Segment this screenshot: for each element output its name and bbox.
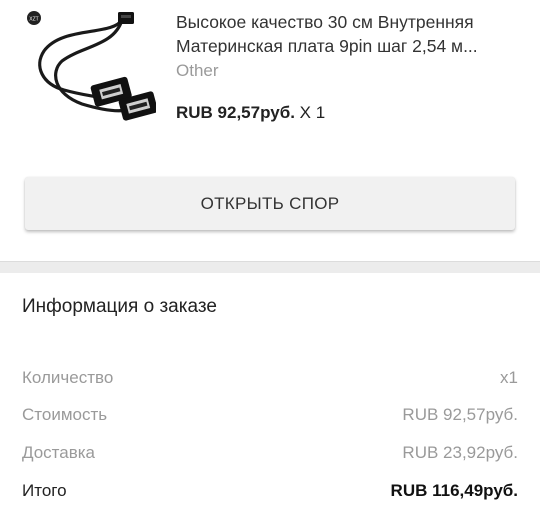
row-label: Итого: [22, 481, 67, 500]
open-dispute-button[interactable]: ОТКРЫТЬ СПОР: [25, 177, 515, 230]
row-value: x1: [500, 368, 518, 387]
order-row-total: Итого RUB 116,49руб.: [22, 479, 518, 503]
svg-text:XZT: XZT: [29, 17, 38, 23]
row-label: Количество: [22, 368, 114, 387]
row-label: Доставка: [22, 443, 96, 462]
row-label: Стоимость: [22, 405, 108, 424]
product-price: RUB 92,57руб.: [176, 103, 295, 122]
order-row-cost: Стоимость RUB 92,57руб.: [22, 403, 518, 427]
usb-cable-image: XZT: [27, 11, 156, 121]
product-title[interactable]: Высокое качество 30 см Внутренняя Матери…: [176, 10, 521, 58]
row-value: RUB 92,57руб.: [402, 405, 518, 424]
order-row-quantity: Количество x1: [22, 366, 518, 390]
product-card[interactable]: XZT Высокое качество 30 см Внутренняя Ма…: [0, 0, 540, 160]
product-quantity: X 1: [299, 103, 326, 122]
section-divider: [0, 261, 540, 273]
order-info-title: Информация о заказе: [22, 296, 217, 317]
product-thumbnail[interactable]: XZT: [22, 6, 156, 142]
product-price-line: RUB 92,57руб. X 1: [176, 103, 325, 123]
product-variant: Other: [176, 61, 219, 80]
row-value: RUB 116,49руб.: [390, 481, 518, 500]
order-row-shipping: Доставка RUB 23,92руб.: [22, 441, 518, 465]
row-value: RUB 23,92руб.: [402, 443, 518, 462]
